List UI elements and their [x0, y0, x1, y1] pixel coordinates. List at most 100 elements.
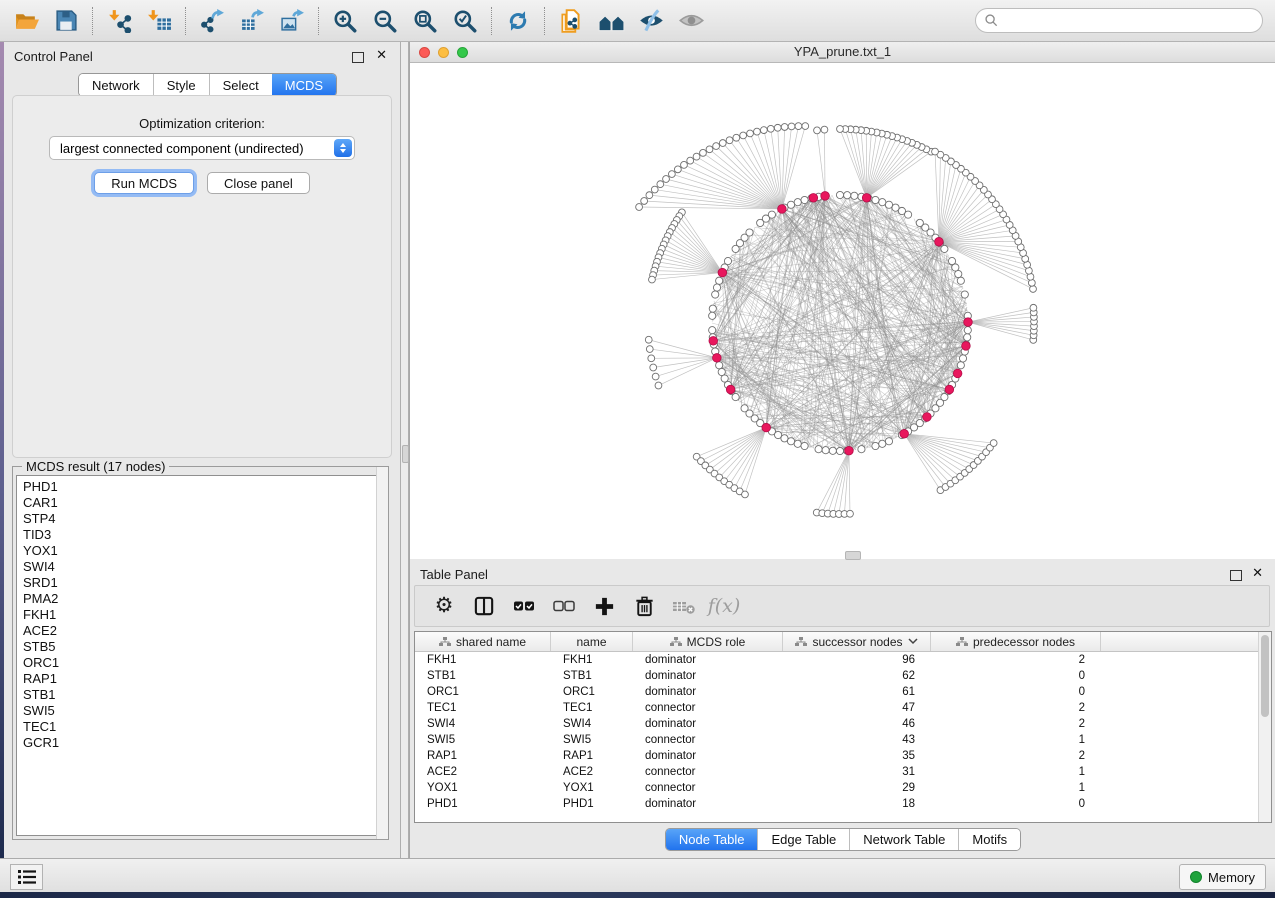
window-minimize-icon[interactable]: [438, 47, 449, 58]
export-network-button[interactable]: [192, 3, 232, 39]
clear-table-button[interactable]: [671, 593, 697, 619]
tab-select[interactable]: Select: [209, 74, 272, 96]
table-row[interactable]: PHD1PHD1dominator180: [415, 796, 1271, 812]
float-window-icon: [1230, 570, 1242, 581]
table-cell: dominator: [633, 686, 783, 698]
memory-button[interactable]: Memory: [1179, 864, 1266, 890]
tab-node-table[interactable]: Node Table: [666, 829, 758, 850]
mcds-result-scrollbar[interactable]: [376, 467, 388, 839]
close-table-panel-button[interactable]: ✕: [1252, 568, 1263, 578]
mcds-result-item[interactable]: YOX1: [23, 543, 384, 559]
export-image-button[interactable]: [272, 3, 312, 39]
mcds-result-item[interactable]: TID3: [23, 527, 384, 543]
apply-function-button[interactable]: f(x): [711, 593, 737, 619]
column-header-filler: [1101, 632, 1271, 651]
table-row[interactable]: RAP1RAP1dominator352: [415, 748, 1271, 764]
table-scrollbar[interactable]: [1258, 632, 1271, 822]
run-mcds-button[interactable]: Run MCDS: [94, 172, 194, 194]
float-panel-button[interactable]: [352, 50, 364, 68]
table-cell: connector: [633, 766, 783, 778]
table-scrollbar-thumb[interactable]: [1261, 635, 1269, 717]
attribute-type-icon: [795, 637, 807, 647]
search-input[interactable]: [999, 11, 1262, 31]
tab-network[interactable]: Network: [79, 74, 153, 96]
mcds-result-item[interactable]: PHD1: [23, 479, 384, 495]
tab-style[interactable]: Style: [153, 74, 209, 96]
column-header-predecessor-nodes[interactable]: predecessor nodes: [931, 632, 1101, 651]
add-column-button[interactable]: [591, 593, 617, 619]
save-session-button[interactable]: [46, 3, 86, 39]
toolbar-separator: [491, 7, 492, 35]
clone-network-button[interactable]: [551, 3, 591, 39]
select-all-button[interactable]: [511, 593, 537, 619]
table-row[interactable]: SWI4SWI4dominator462: [415, 716, 1271, 732]
show-all-networks-button[interactable]: [591, 3, 631, 39]
toolbar-separator: [185, 7, 186, 35]
mcds-result-item[interactable]: ACE2: [23, 623, 384, 639]
zoom-out-button[interactable]: [365, 3, 405, 39]
table-row[interactable]: TEC1TEC1connector472: [415, 700, 1271, 716]
tab-edge-table[interactable]: Edge Table: [757, 829, 849, 850]
float-table-panel-button[interactable]: [1230, 568, 1242, 586]
mcds-result-item[interactable]: STB1: [23, 687, 384, 703]
column-header-name[interactable]: name: [551, 632, 633, 651]
tab-network-table[interactable]: Network Table: [849, 829, 958, 850]
vertical-splitter-handle[interactable]: [402, 445, 409, 463]
mcds-result-list[interactable]: PHD1CAR1STP4TID3YOX1SWI4SRD1PMA2FKH1ACE2…: [16, 475, 385, 836]
split-panel-button[interactable]: [471, 593, 497, 619]
deselect-all-button[interactable]: [551, 593, 577, 619]
network-canvas[interactable]: [410, 63, 1275, 559]
split-panel-icon: [473, 595, 496, 618]
task-history-button[interactable]: [10, 864, 43, 890]
mcds-result-item[interactable]: RAP1: [23, 671, 384, 687]
hide-selected-button[interactable]: [631, 3, 671, 39]
zoom-selected-button[interactable]: [445, 3, 485, 39]
table-cell: ACE2: [415, 766, 551, 778]
mcds-result-groupbox: MCDS result (17 nodes) PHD1CAR1STP4TID3Y…: [12, 466, 389, 840]
table-row[interactable]: ACE2ACE2connector311: [415, 764, 1271, 780]
mcds-result-item[interactable]: SRD1: [23, 575, 384, 591]
table-settings-button[interactable]: ⚙: [431, 593, 457, 619]
vertical-splitter[interactable]: [400, 42, 409, 858]
delete-column-button[interactable]: [631, 593, 657, 619]
table-row[interactable]: ORC1ORC1dominator610: [415, 684, 1271, 700]
zoom-in-button[interactable]: [325, 3, 365, 39]
table-row[interactable]: YOX1YOX1connector291: [415, 780, 1271, 796]
mcds-result-item[interactable]: TEC1: [23, 719, 384, 735]
mcds-result-item[interactable]: STB5: [23, 639, 384, 655]
column-header-successor-nodes[interactable]: successor nodes: [783, 632, 931, 651]
table-row[interactable]: STB1STB1dominator620: [415, 668, 1271, 684]
column-header-mcds-role[interactable]: MCDS role: [633, 632, 783, 651]
mcds-result-item[interactable]: STP4: [23, 511, 384, 527]
zoom-fit-button[interactable]: [405, 3, 445, 39]
table-row[interactable]: FKH1FKH1dominator962: [415, 652, 1271, 668]
mcds-result-item[interactable]: SWI5: [23, 703, 384, 719]
mcds-result-item[interactable]: SWI4: [23, 559, 384, 575]
window-maximize-icon[interactable]: [457, 47, 468, 58]
import-network-button[interactable]: [99, 3, 139, 39]
mcds-result-item[interactable]: GCR1: [23, 735, 384, 751]
table-cell: 0: [931, 798, 1101, 810]
open-file-button[interactable]: [6, 3, 46, 39]
close-panel-button-secondary[interactable]: Close panel: [207, 172, 310, 194]
export-table-button[interactable]: [232, 3, 272, 39]
window-close-icon[interactable]: [419, 47, 430, 58]
control-panel: Control Panel ✕ Network Style Select MCD…: [4, 42, 400, 858]
refresh-button[interactable]: [498, 3, 538, 39]
table-cell: FKH1: [415, 654, 551, 666]
mcds-result-item[interactable]: PMA2: [23, 591, 384, 607]
mcds-result-item[interactable]: CAR1: [23, 495, 384, 511]
close-panel-button[interactable]: ✕: [376, 50, 387, 60]
horizontal-splitter-handle[interactable]: [845, 551, 861, 560]
tab-motifs[interactable]: Motifs: [958, 829, 1020, 850]
criterion-dropdown[interactable]: largest connected component (undirected): [49, 136, 355, 160]
clone-network-icon: [558, 8, 584, 34]
import-table-button[interactable]: [139, 3, 179, 39]
mcds-result-item[interactable]: ORC1: [23, 655, 384, 671]
network-search-field[interactable]: [975, 8, 1263, 33]
tab-mcds[interactable]: MCDS: [272, 74, 336, 96]
table-row[interactable]: SWI5SWI5connector431: [415, 732, 1271, 748]
mcds-result-item[interactable]: FKH1: [23, 607, 384, 623]
show-selected-button[interactable]: [671, 3, 711, 39]
column-header-shared-name[interactable]: shared name: [415, 632, 551, 651]
